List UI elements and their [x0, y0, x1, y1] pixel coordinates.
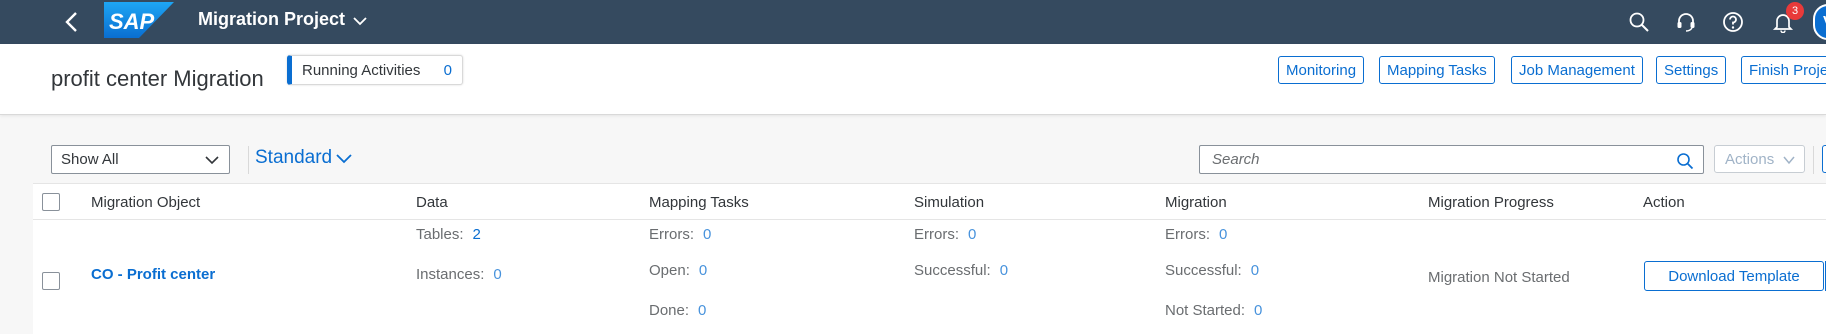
running-activities-button[interactable]: Running Activities 0 [287, 55, 463, 85]
migration-object-link[interactable]: CO - Profit center [91, 266, 215, 283]
simulation-successful: Successful: 0 [914, 262, 1009, 279]
search-icon[interactable] [1628, 11, 1650, 33]
chevron-down-icon [1783, 156, 1795, 165]
migration-not-started: Not Started: 0 [1165, 302, 1263, 319]
mapping-errors: Errors: 0 [649, 226, 712, 243]
monitoring-button[interactable]: Monitoring [1278, 56, 1365, 84]
running-activities-count: 0 [443, 62, 452, 79]
chevron-down-icon[interactable] [336, 152, 352, 166]
app-title[interactable]: Migration Project [198, 9, 345, 30]
search-field[interactable] [1199, 145, 1704, 174]
mapping-open: Open: 0 [649, 262, 708, 279]
column-header[interactable]: Mapping Tasks [649, 194, 749, 211]
mapping-tasks-button[interactable]: Mapping Tasks [1379, 56, 1495, 84]
avatar[interactable]: V [1813, 4, 1826, 40]
toolbar-divider [248, 146, 249, 174]
column-header[interactable]: Data [416, 194, 448, 211]
chevron-down-icon [205, 156, 219, 165]
row-checkbox[interactable] [42, 272, 60, 290]
running-activities-label: Running Activities [302, 62, 421, 79]
actions-label: Actions [1725, 151, 1775, 168]
logo-text: SAP [109, 9, 155, 34]
variant-selector[interactable]: Standard [255, 147, 332, 169]
notification-badge: 3 [1786, 2, 1804, 20]
actions-button[interactable]: Actions [1714, 145, 1805, 173]
chevron-down-icon[interactable] [352, 13, 368, 29]
column-header[interactable]: Migration [1165, 194, 1227, 211]
column-header[interactable]: Action [1643, 194, 1685, 211]
headset-icon[interactable] [1675, 11, 1697, 33]
mapping-done: Done: 0 [649, 302, 707, 319]
data-instances: Instances: 0 [416, 266, 502, 283]
toolbar-divider [1813, 146, 1814, 174]
download-template-button[interactable]: Download Template [1644, 261, 1824, 291]
migration-errors: Errors: 0 [1165, 226, 1228, 243]
page-title: profit center Migration [51, 66, 264, 91]
data-tables: Tables: 2 [416, 226, 481, 243]
search-input[interactable] [1200, 146, 1660, 173]
migration-objects-table: Migration Object Data Mapping Tasks Simu… [33, 183, 1826, 334]
shell-bar: SAP Migration Project 3 V [0, 0, 1826, 44]
sap-logo[interactable]: SAP [104, 2, 174, 38]
migration-successful: Successful: 0 [1165, 262, 1260, 279]
column-header[interactable]: Simulation [914, 194, 984, 211]
column-header[interactable]: Migration Progress [1428, 194, 1554, 211]
page-header: profit center Migration Running Activiti… [0, 44, 1826, 115]
table-header: Migration Object Data Mapping Tasks Simu… [33, 183, 1826, 220]
show-filter-select[interactable]: Show All [51, 145, 230, 174]
column-header[interactable]: Migration Object [91, 194, 200, 211]
search-icon[interactable] [1676, 152, 1694, 170]
back-icon[interactable] [62, 10, 82, 34]
job-management-button[interactable]: Job Management [1511, 56, 1643, 84]
finish-project-button[interactable]: Finish Proje [1741, 56, 1826, 84]
select-all-checkbox[interactable] [42, 193, 60, 211]
toolbar-overflow-button[interactable] [1822, 145, 1826, 173]
settings-button[interactable]: Settings [1656, 56, 1727, 84]
migration-progress-status: Migration Not Started [1428, 269, 1570, 286]
simulation-errors: Errors: 0 [914, 226, 977, 243]
help-icon[interactable] [1722, 11, 1744, 33]
show-filter-value: Show All [61, 151, 119, 168]
